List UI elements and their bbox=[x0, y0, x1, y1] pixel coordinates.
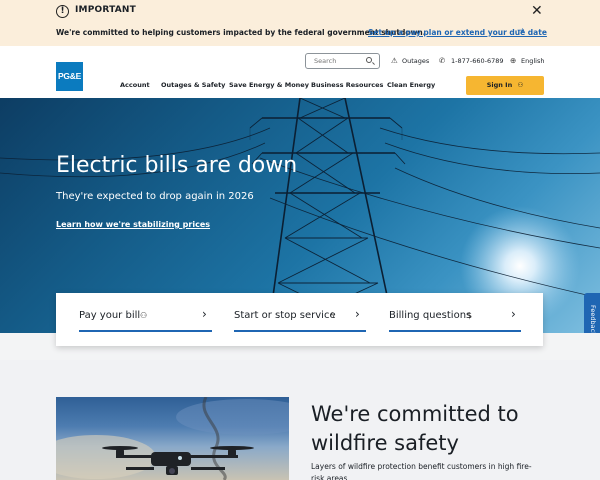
outages-link[interactable]: Outages bbox=[402, 57, 429, 65]
dollar-icon: $ bbox=[467, 311, 473, 320]
card-underline bbox=[79, 330, 212, 332]
card-underline bbox=[234, 330, 366, 332]
pay-bill-label: Pay your bill bbox=[79, 310, 141, 321]
globe-icon: ⊕ bbox=[510, 56, 517, 65]
card-underline bbox=[389, 330, 521, 332]
start-stop-service-label: Start or stop service bbox=[234, 310, 336, 321]
bolt-icon: ϟ bbox=[330, 311, 336, 320]
person-icon: ⚇ bbox=[517, 81, 524, 89]
nav-clean-energy[interactable]: Clean Energy bbox=[387, 81, 435, 89]
phone-link[interactable]: 1-877-660-6789 bbox=[451, 57, 504, 65]
nav-outages-safety[interactable]: Outages & Safety bbox=[161, 81, 225, 89]
nav-account[interactable]: Account bbox=[120, 81, 150, 89]
wildfire-body: Layers of wildfire protection benefit cu… bbox=[311, 462, 532, 480]
nav-save-energy[interactable]: Save Energy & Money bbox=[229, 81, 309, 89]
person-icon: ⚇ bbox=[140, 311, 148, 320]
chevron-right-icon: › bbox=[511, 307, 516, 321]
start-stop-service-card[interactable]: Start or stop service ϟ › bbox=[234, 293, 366, 346]
pge-logo[interactable]: PG&E bbox=[56, 62, 83, 91]
pay-bill-card[interactable]: Pay your bill ⚇ › bbox=[79, 293, 212, 346]
search-icon[interactable] bbox=[366, 57, 372, 63]
chevron-right-icon: › bbox=[202, 307, 207, 321]
feedback-label: Feedback bbox=[589, 305, 597, 333]
alert-banner: ! IMPORTANT ✕ We're committed to helping… bbox=[0, 0, 600, 46]
chevron-right-icon: › bbox=[355, 307, 360, 321]
close-icon[interactable]: ✕ bbox=[531, 3, 543, 19]
arrow-right-icon: → bbox=[517, 26, 525, 36]
phone-icon: ✆ bbox=[439, 56, 446, 65]
hero-subtitle: They're expected to drop again in 2026 bbox=[56, 191, 254, 202]
exclamation-icon: ! bbox=[56, 5, 69, 18]
site-header: PG&E ⚠ Outages ✆ 1-877-660-6789 ⊕ Englis… bbox=[0, 46, 600, 98]
nav-business-resources[interactable]: Business Resources bbox=[311, 81, 383, 89]
drone-photo bbox=[56, 397, 289, 480]
stabilizing-prices-link[interactable]: Learn how we're stabilizing prices bbox=[56, 220, 210, 229]
sign-in-label: Sign In bbox=[486, 81, 513, 89]
alert-title: IMPORTANT bbox=[75, 5, 136, 15]
billing-questions-label: Billing questions bbox=[389, 310, 472, 321]
feedback-tab[interactable]: Feedback bbox=[584, 293, 600, 333]
wildfire-section: We're committed to wildfire safety Layer… bbox=[0, 360, 600, 480]
language-selector[interactable]: English bbox=[521, 57, 544, 65]
hero-title: Electric bills are down bbox=[56, 153, 298, 178]
sign-in-button[interactable]: Sign In ⚇ bbox=[466, 76, 544, 95]
quick-links-panel: Pay your bill ⚇ › Start or stop service … bbox=[56, 293, 543, 346]
wildfire-title: We're committed to wildfire safety bbox=[311, 402, 519, 455]
warning-icon: ⚠ bbox=[391, 56, 398, 65]
billing-questions-card[interactable]: Billing questions $ › bbox=[389, 293, 521, 346]
